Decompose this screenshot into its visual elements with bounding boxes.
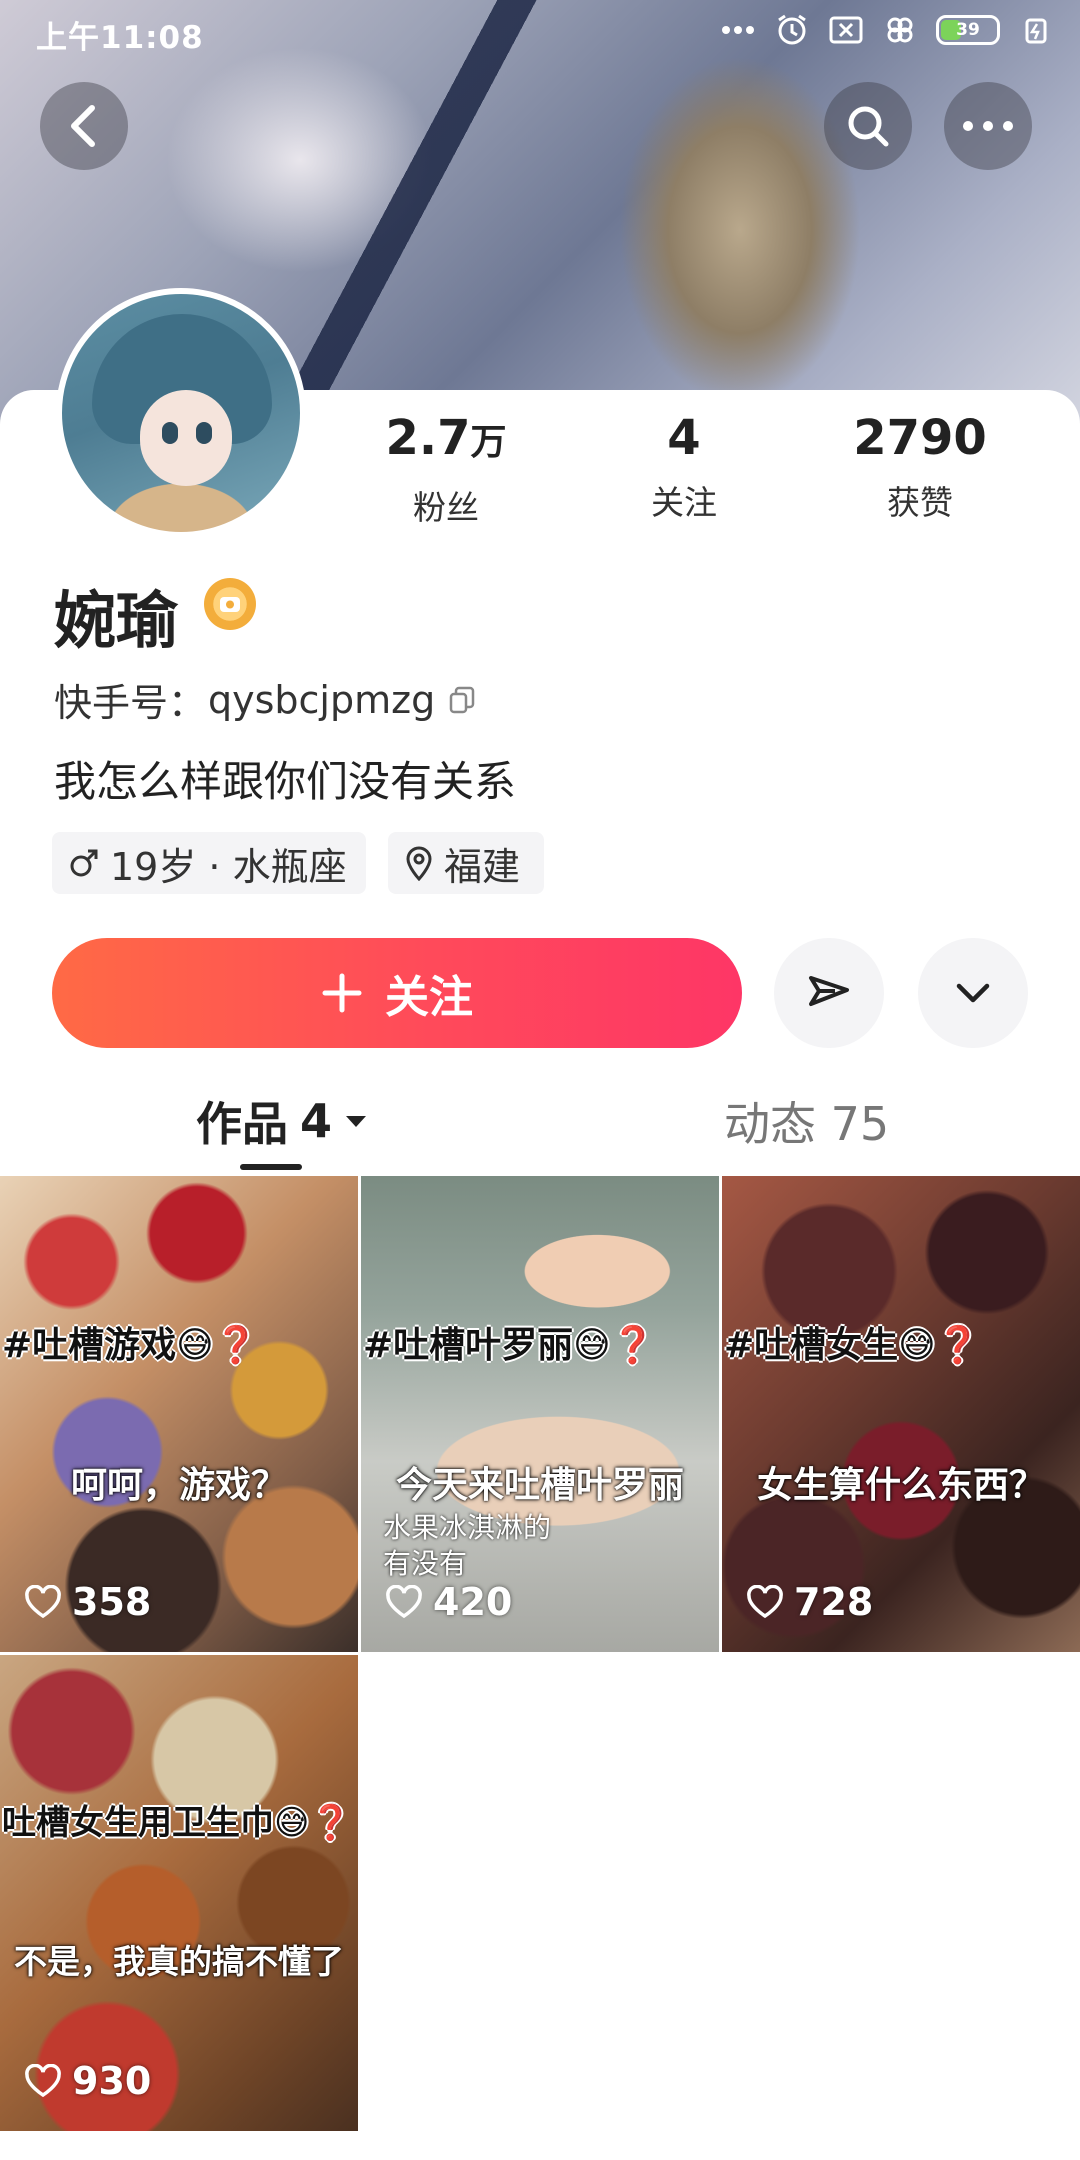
battery-level: 39 (956, 20, 980, 40)
fans-label: 粉丝 (413, 488, 479, 527)
kwai-id-label: 快手号： (54, 681, 207, 725)
charging-icon (1018, 14, 1054, 46)
search-button[interactable] (824, 82, 912, 170)
caret-down-icon[interactable] (344, 1113, 368, 1129)
video-hashtag-overlay: #吐槽游戏😅❓ (2, 1325, 259, 1366)
tab-moments-count: 75 (830, 1097, 890, 1151)
video-subtitle-overlay: 水果冰淇淋的 有没有 (383, 1511, 552, 1580)
expand-more-button[interactable] (918, 938, 1028, 1048)
likes-label: 获赞 (887, 483, 953, 522)
clover-icon (882, 14, 918, 46)
status-time: 上午11:08 (36, 20, 204, 56)
male-icon (70, 849, 98, 877)
sim-off-icon (828, 14, 864, 46)
stat-following[interactable]: 4 关注 (584, 408, 784, 524)
tab-moments[interactable]: 动态 75 (724, 1088, 889, 1154)
avatar[interactable] (56, 288, 306, 538)
tab-moments-label: 动态 (724, 1097, 816, 1151)
video-tile[interactable]: #吐槽女生😅❓ 女生算什么东西？ 728 (722, 1176, 1080, 1652)
video-hashtag-overlay: #吐槽叶罗丽😅❓ (363, 1325, 656, 1366)
kwai-id-row[interactable]: 快手号： qysbcjpmzg (54, 672, 477, 727)
tag-location-text: 福建 (444, 844, 521, 889)
heart-icon (747, 1585, 783, 1619)
copy-icon[interactable] (447, 685, 477, 715)
tab-indicator (240, 1164, 302, 1170)
video-likes: 930 (24, 2059, 151, 2103)
tag-location: 福建 (388, 832, 544, 894)
status-bar: 上午11:08 39 (0, 0, 1080, 64)
more-icon (963, 121, 1013, 131)
stat-likes[interactable]: 2790 获赞 (820, 408, 1020, 524)
paper-plane-icon (809, 976, 849, 1006)
video-likes-count: 930 (72, 2059, 152, 2103)
video-caption-overlay: 今天来吐槽叶罗丽 (395, 1465, 684, 1506)
status-icons: 39 (720, 14, 1054, 46)
video-tile[interactable]: #吐槽叶罗丽😅❓ 今天来吐槽叶罗丽 水果冰淇淋的 有没有 420 (361, 1176, 719, 1652)
video-tile[interactable]: 吐槽女生用卫生巾😅❓ 不是，我真的搞不懂了 930 (0, 1655, 358, 2131)
bio-text: 我怎么样跟你们没有关系 (54, 757, 517, 806)
video-caption-overlay: 不是，我真的搞不懂了 (14, 1942, 344, 1981)
tag-age-zodiac: 19岁 · 水瓶座 (52, 832, 366, 894)
video-likes: 358 (24, 1580, 151, 1624)
stat-fans[interactable]: 2.7万 粉丝 (346, 408, 546, 529)
chevron-down-icon (956, 983, 990, 1003)
location-pin-icon (406, 846, 432, 881)
video-likes-count: 358 (72, 1580, 152, 1624)
more-dots-icon (720, 14, 756, 46)
heart-icon (25, 1585, 61, 1619)
fans-count: 2.7 (385, 410, 471, 466)
back-button[interactable] (40, 82, 128, 170)
battery-icon: 39 (936, 15, 1000, 45)
follow-button[interactable]: 关注 (52, 938, 742, 1048)
tab-works[interactable]: 作品 4 (196, 1088, 368, 1154)
more-options-button[interactable] (944, 82, 1032, 170)
video-likes-count: 728 (794, 1580, 874, 1624)
heart-icon (25, 2064, 61, 2098)
creator-badge-icon[interactable] (204, 578, 256, 630)
tag-age-text: 19岁 · 水瓶座 (110, 844, 347, 889)
heart-icon (386, 1585, 422, 1619)
kwai-id-value: qysbcjpmzg (208, 677, 436, 722)
video-likes: 420 (385, 1580, 512, 1624)
video-tile[interactable]: #吐槽游戏😅❓ 呵呵，游戏？ 358 (0, 1176, 358, 1652)
plus-icon (322, 973, 362, 1013)
video-caption-overlay: 女生算什么东西？ (756, 1465, 1045, 1506)
back-arrow-icon (71, 105, 95, 147)
likes-count: 2790 (853, 410, 987, 466)
follow-button-label: 关注 (385, 972, 473, 1023)
alarm-icon (774, 14, 810, 46)
following-count: 4 (667, 410, 701, 466)
video-likes: 728 (746, 1580, 873, 1624)
video-likes-count: 420 (433, 1580, 513, 1624)
tab-works-label: 作品 (196, 1097, 288, 1151)
profile-name: 婉瑜 (54, 584, 179, 657)
video-hashtag-overlay: #吐槽女生😅❓ (724, 1325, 981, 1366)
search-icon (848, 106, 889, 147)
send-message-button[interactable] (774, 938, 884, 1048)
video-hashtag-overlay: 吐槽女生用卫生巾😅❓ (2, 1803, 352, 1843)
fans-unit: 万 (470, 422, 507, 463)
video-caption-overlay: 呵呵，游戏？ (70, 1465, 287, 1506)
tab-works-count: 4 (300, 1094, 333, 1148)
following-label: 关注 (651, 483, 717, 522)
